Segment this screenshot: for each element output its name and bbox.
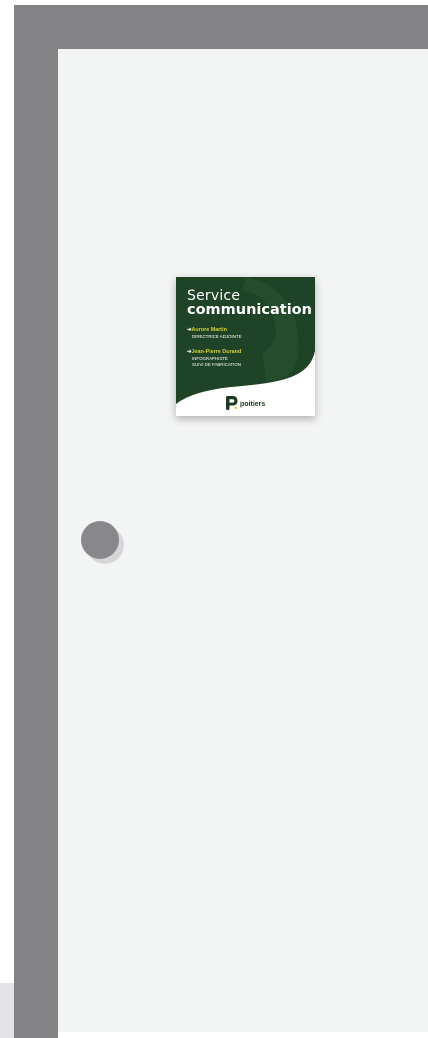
left-edge-strip [0,983,14,1038]
door-sign: Service communication ➔Aurore Martin DIR… [176,277,315,416]
top-frame-bar [14,5,428,49]
person-name: ➔Aurore Martin [187,327,227,333]
person-role: SUIVI DE FABRICATION [192,362,241,367]
door-knob [81,521,119,559]
person-entry: ➔Jean-Pierre Durand INFOGRAPHISTE SUIVI … [187,349,241,368]
logo-text: poitiers [240,401,266,408]
person-role: DIRECTRICE ADJOINTE [192,334,242,339]
left-frame-bar [14,5,58,1038]
sign-title-communication: communication [187,302,312,318]
person-entry: ➔Aurore Martin DIRECTRICE ADJOINTE [187,327,242,340]
person-name: ➔Jean-Pierre Durand [187,349,242,355]
poitiers-p-logo-icon [226,396,238,410]
poitiers-logo: poitiers [225,395,265,411]
